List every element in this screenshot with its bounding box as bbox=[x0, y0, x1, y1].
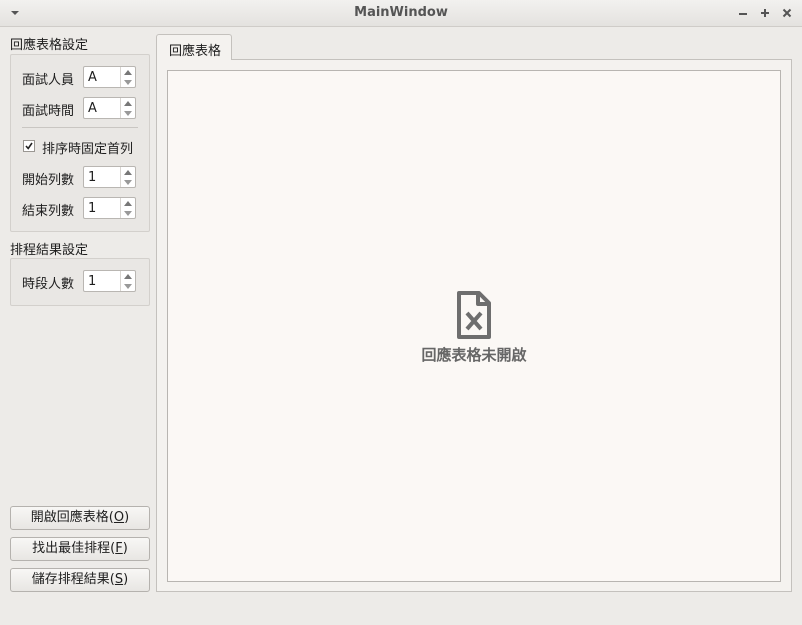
schedule-result-settings-group: 時段人數 1 bbox=[10, 258, 150, 306]
interviewer-spinbox[interactable]: A bbox=[83, 66, 136, 88]
fix-first-row-label[interactable]: 排序時固定首列 bbox=[42, 138, 133, 157]
empty-state-message: 回應表格未開啟 bbox=[421, 346, 527, 364]
maximize-icon[interactable] bbox=[757, 5, 773, 21]
find-button-label: 找出最佳排程( bbox=[32, 541, 116, 556]
find-button-mnemonic: F bbox=[115, 541, 123, 556]
interview-time-label: 面試時間 bbox=[22, 104, 75, 119]
spin-down-icon[interactable] bbox=[121, 281, 135, 291]
interview-time-value: A bbox=[88, 101, 97, 116]
start-row-spinbox[interactable]: 1 bbox=[83, 166, 136, 188]
response-sheet-settings-title: 回應表格設定 bbox=[10, 38, 89, 53]
tab-response-sheet-label: 回應表格 bbox=[169, 44, 222, 59]
people-per-slot-value: 1 bbox=[88, 274, 97, 289]
save-schedule-result-button[interactable]: 儲存排程結果(S) bbox=[10, 568, 150, 592]
response-sheet-view: 回應表格未開啟 bbox=[167, 70, 781, 582]
start-row-value: 1 bbox=[88, 170, 97, 185]
open-response-sheet-button[interactable]: 開啟回應表格(O) bbox=[10, 506, 150, 530]
end-row-label: 結束列數 bbox=[22, 204, 75, 219]
interviewer-label: 面試人員 bbox=[22, 73, 75, 88]
spin-up-icon[interactable] bbox=[121, 271, 135, 281]
minimize-icon[interactable] bbox=[735, 5, 751, 21]
start-row-label: 開始列數 bbox=[22, 173, 75, 188]
spin-up-icon[interactable] bbox=[121, 198, 135, 208]
interviewer-value: A bbox=[88, 70, 97, 85]
fix-first-row-checkbox[interactable] bbox=[23, 140, 35, 152]
open-button-label: 開啟回應表格( bbox=[30, 510, 114, 525]
file-x-icon bbox=[456, 291, 492, 339]
spin-up-icon[interactable] bbox=[121, 98, 135, 108]
interview-time-spinbox[interactable]: A bbox=[83, 97, 136, 119]
save-button-mnemonic: S bbox=[114, 572, 124, 587]
spin-down-icon[interactable] bbox=[121, 208, 135, 218]
tab-panel: 回應表格未開啟 bbox=[156, 59, 792, 592]
spin-up-icon[interactable] bbox=[121, 167, 135, 177]
spin-up-icon[interactable] bbox=[121, 67, 135, 77]
settings-divider bbox=[22, 127, 138, 128]
find-button-close: ) bbox=[122, 541, 128, 556]
save-button-label: 儲存排程結果( bbox=[31, 572, 115, 587]
title-bar: MainWindow bbox=[0, 0, 802, 27]
people-per-slot-spinbox[interactable]: 1 bbox=[83, 270, 136, 292]
save-button-close: ) bbox=[123, 572, 129, 587]
open-button-mnemonic: O bbox=[113, 510, 125, 525]
tab-response-sheet[interactable]: 回應表格 bbox=[156, 34, 232, 60]
end-row-spinbox[interactable]: 1 bbox=[83, 197, 136, 219]
open-button-close: ) bbox=[124, 510, 130, 525]
window-title: MainWindow bbox=[354, 5, 448, 20]
find-best-schedule-button[interactable]: 找出最佳排程(F) bbox=[10, 537, 150, 561]
end-row-value: 1 bbox=[88, 201, 97, 216]
spin-down-icon[interactable] bbox=[121, 177, 135, 187]
schedule-result-settings-title: 排程結果設定 bbox=[10, 243, 89, 258]
people-per-slot-label: 時段人數 bbox=[22, 277, 75, 292]
close-icon[interactable] bbox=[779, 5, 795, 21]
spin-down-icon[interactable] bbox=[121, 108, 135, 118]
spin-down-icon[interactable] bbox=[121, 77, 135, 87]
response-sheet-settings-group: 面試人員 A 面試時間 A 排序時固定首列 開始列數 1 結束列數 1 bbox=[10, 54, 150, 232]
